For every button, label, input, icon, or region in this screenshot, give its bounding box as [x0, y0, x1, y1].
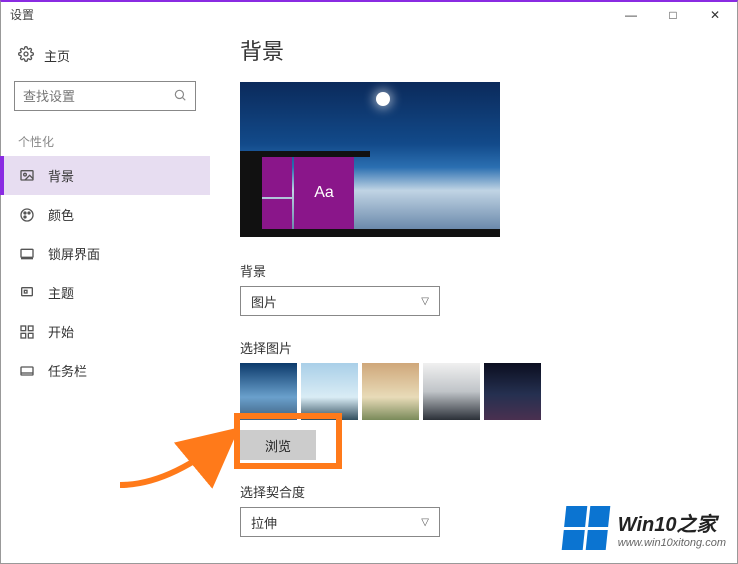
search-icon: [173, 88, 187, 105]
page-heading: 背景: [240, 34, 714, 66]
picture-thumb[interactable]: [240, 363, 297, 420]
brush-icon: [18, 284, 36, 302]
palette-icon: [18, 206, 36, 224]
sidebar-item-label: 锁屏界面: [48, 244, 100, 263]
preview-changes-heading: 预览你的更改: [240, 559, 714, 564]
sidebar-item-themes[interactable]: 主题: [0, 273, 210, 312]
picture-icon: [18, 167, 36, 185]
dropdown-value: 图片: [251, 292, 277, 311]
watermark-title: Win10之家: [618, 508, 726, 537]
background-label: 背景: [240, 261, 714, 280]
chevron-down-icon: ▽: [421, 296, 429, 307]
maximize-button[interactable]: □: [652, 2, 694, 28]
choose-picture-label: 选择图片: [240, 338, 714, 357]
windows-logo-icon: [561, 506, 610, 550]
picture-thumb[interactable]: [423, 363, 480, 420]
fit-dropdown[interactable]: 拉伸 ▽: [240, 507, 440, 537]
window-title: 设置: [10, 6, 34, 23]
gear-icon: [18, 46, 34, 65]
sidebar-item-colors[interactable]: 颜色: [0, 195, 210, 234]
chevron-down-icon: ▽: [421, 517, 429, 528]
start-icon: [18, 323, 36, 341]
home-label: 主页: [44, 46, 70, 65]
picture-thumb[interactable]: [362, 363, 419, 420]
dropdown-value: 拉伸: [251, 513, 277, 532]
sidebar-item-label: 任务栏: [48, 361, 87, 380]
picture-thumbnails: [240, 363, 714, 420]
sidebar-item-start[interactable]: 开始: [0, 312, 210, 351]
picture-thumb[interactable]: [301, 363, 358, 420]
search-input[interactable]: [23, 89, 163, 104]
sidebar: 主页 个性化 背景 颜色 锁屏界面 主题 开始: [0, 28, 210, 564]
background-dropdown[interactable]: 图片 ▽: [240, 286, 440, 316]
preview-sample-text: Aa: [294, 157, 354, 229]
sidebar-item-label: 开始: [48, 322, 74, 341]
main-panel: 背景 Aa 背景 图片 ▽ 选择图片 浏览 选择契合度 拉伸 ▽: [210, 28, 738, 564]
sidebar-item-label: 颜色: [48, 205, 74, 224]
search-box[interactable]: [14, 81, 196, 111]
lock-icon: [18, 245, 36, 263]
fit-label: 选择契合度: [240, 482, 714, 501]
sidebar-item-label: 主题: [48, 283, 74, 302]
watermark-url: www.win10xitong.com: [618, 537, 726, 549]
sidebar-item-taskbar[interactable]: 任务栏: [0, 351, 210, 390]
window-controls: — □ ✕: [610, 2, 736, 28]
taskbar-icon: [18, 362, 36, 380]
sidebar-item-lockscreen[interactable]: 锁屏界面: [0, 234, 210, 273]
sidebar-item-label: 背景: [48, 166, 74, 185]
close-button[interactable]: ✕: [694, 2, 736, 28]
category-label: 个性化: [0, 129, 210, 156]
picture-thumb[interactable]: [484, 363, 541, 420]
desktop-preview: Aa: [240, 82, 500, 237]
home-link[interactable]: 主页: [0, 40, 210, 71]
minimize-button[interactable]: —: [610, 2, 652, 28]
watermark: Win10之家 www.win10xitong.com: [564, 506, 726, 550]
sidebar-item-background[interactable]: 背景: [0, 156, 210, 195]
browse-button[interactable]: 浏览: [240, 430, 316, 460]
